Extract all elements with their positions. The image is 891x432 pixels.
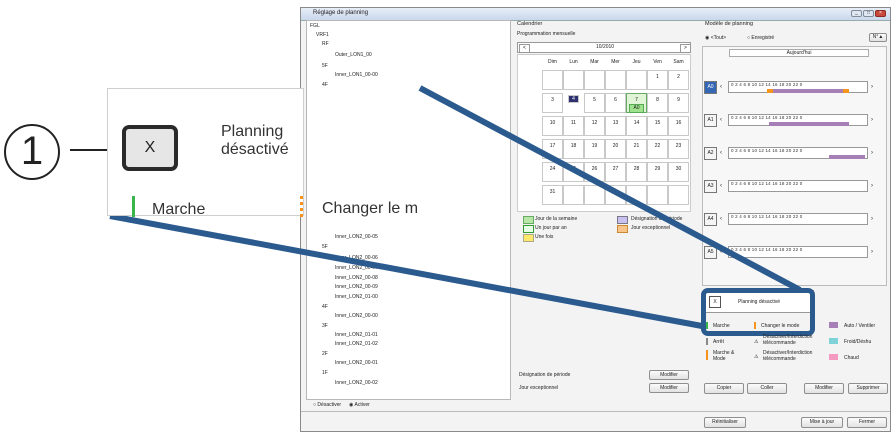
callout-marche-swatch bbox=[132, 196, 135, 217]
callout-changer-swatch bbox=[300, 196, 306, 217]
step-number-badge: ①1 bbox=[4, 124, 60, 180]
callout-disabled-label: Planning désactivé bbox=[221, 123, 289, 158]
callout-changer-label: Changer le m bbox=[322, 200, 419, 217]
callout-marche-label: Marche bbox=[152, 201, 206, 218]
zoom-callout: X Planning désactivé Marche bbox=[107, 88, 306, 218]
connector-bottom bbox=[109, 213, 703, 329]
connector-top bbox=[418, 85, 802, 293]
callout-x-button[interactable]: X bbox=[122, 125, 178, 171]
